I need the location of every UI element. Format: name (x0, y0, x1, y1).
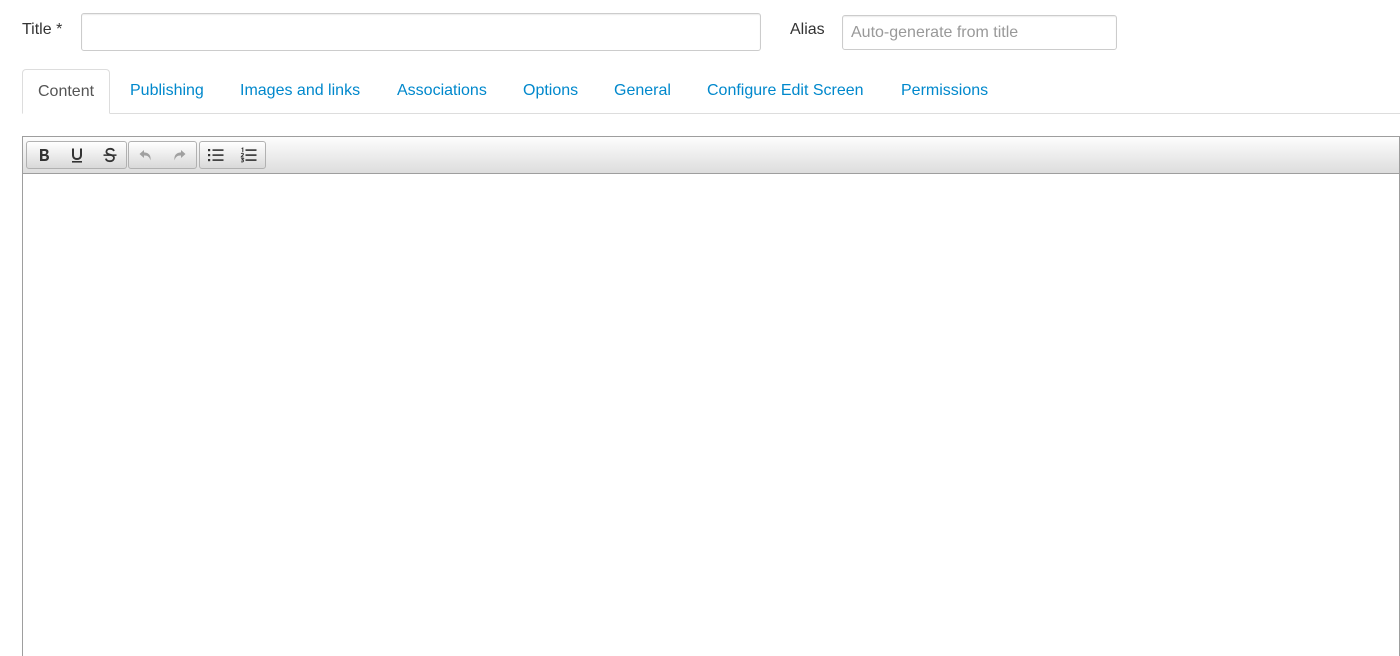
editor-content-area[interactable] (23, 174, 1399, 656)
tab-general[interactable]: General (614, 69, 671, 114)
article-edit-page: Title * Alias Content Publishing Images … (0, 0, 1400, 656)
undo-button[interactable] (129, 142, 162, 168)
redo-icon (171, 147, 187, 163)
tab-publishing[interactable]: Publishing (130, 69, 204, 114)
alias-input[interactable] (842, 15, 1117, 50)
strikethrough-button[interactable] (93, 142, 126, 168)
editor-toolbar (23, 137, 1399, 174)
undo-icon (138, 147, 154, 163)
tab-associations[interactable]: Associations (397, 69, 487, 114)
tab-bar: Content Publishing Images and links Asso… (22, 69, 1400, 114)
tab-configure-edit-screen[interactable]: Configure Edit Screen (707, 69, 864, 114)
redo-button[interactable] (162, 142, 195, 168)
strikethrough-icon (102, 147, 118, 163)
numbered-list-button[interactable] (233, 142, 266, 168)
title-input[interactable] (81, 13, 761, 51)
bullet-list-button[interactable] (200, 142, 233, 168)
list-button-group (199, 141, 266, 169)
tab-images-and-links[interactable]: Images and links (240, 69, 360, 114)
tab-options[interactable]: Options (523, 69, 578, 114)
bold-button[interactable] (27, 142, 60, 168)
tab-content[interactable]: Content (22, 69, 111, 114)
bold-icon (36, 147, 52, 163)
format-button-group (26, 141, 127, 169)
history-button-group (128, 141, 197, 169)
numbered-list-icon (240, 147, 258, 163)
alias-label: Alias (790, 21, 825, 38)
tab-permissions[interactable]: Permissions (901, 69, 988, 114)
underline-button[interactable] (60, 142, 93, 168)
rich-text-editor (22, 136, 1400, 656)
bullet-list-icon (207, 147, 225, 163)
title-label: Title * (22, 21, 63, 38)
underline-icon (69, 147, 85, 163)
